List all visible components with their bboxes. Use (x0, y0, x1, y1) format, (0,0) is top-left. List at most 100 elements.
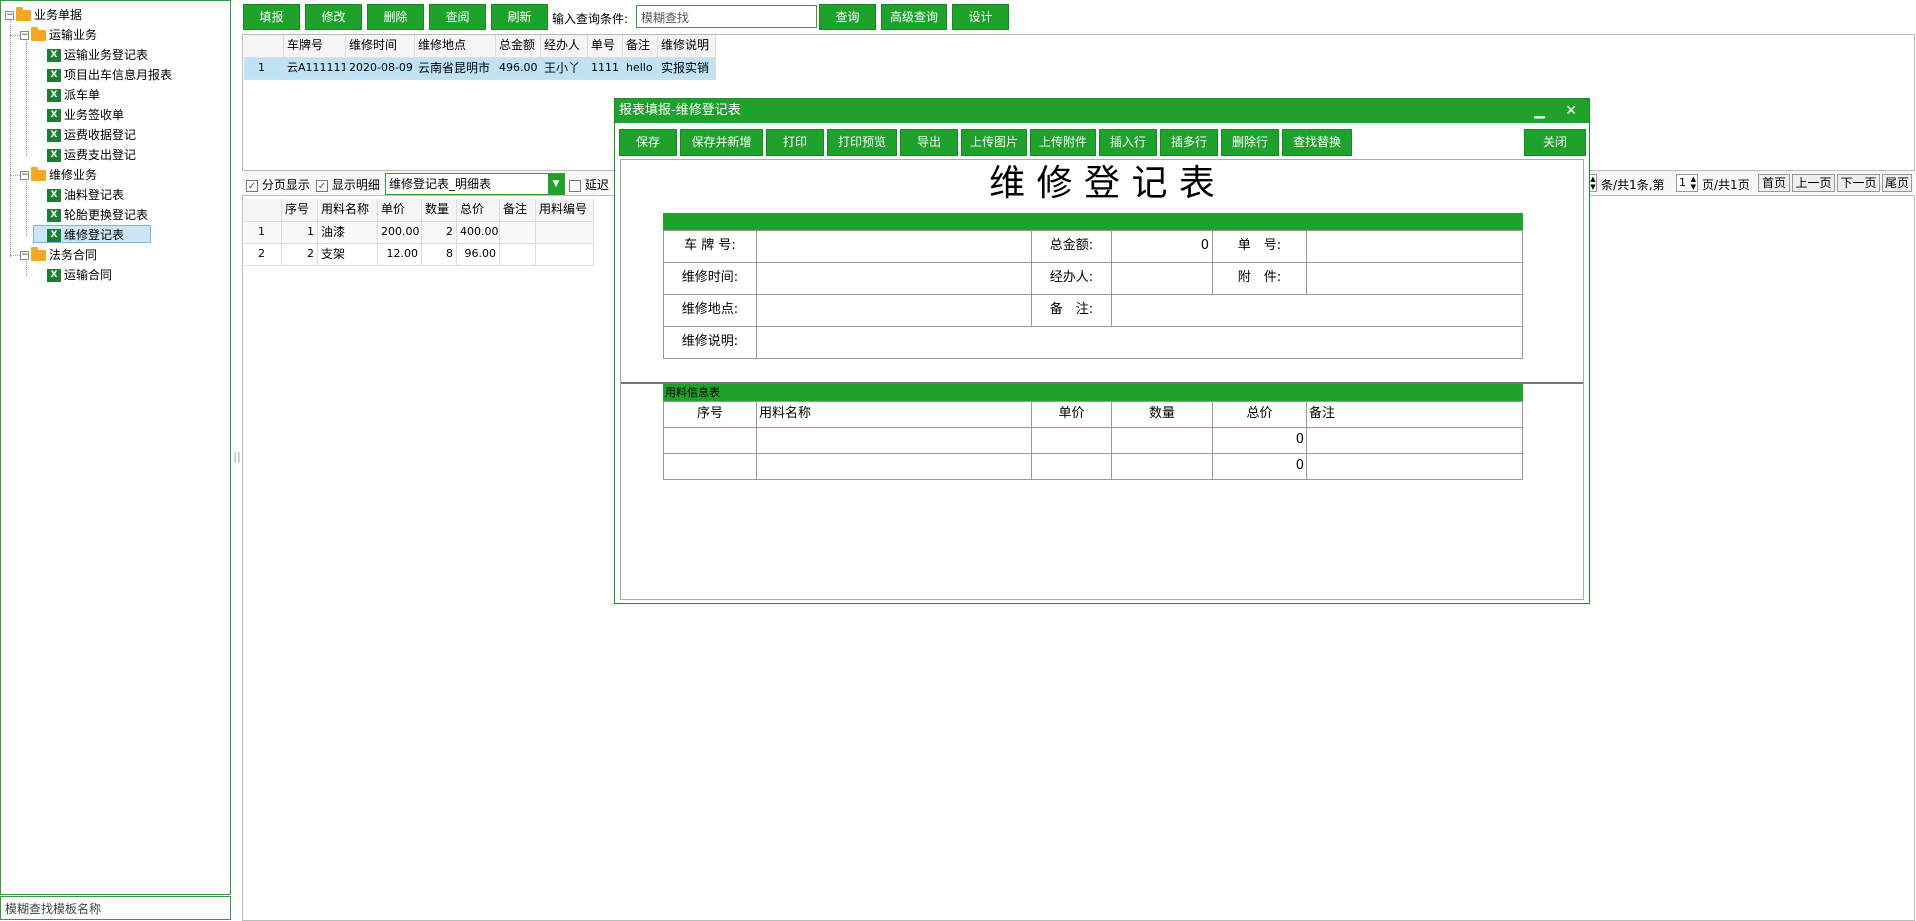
save-and-new-button[interactable]: 保存并新增 (680, 129, 763, 156)
advanced-query-button[interactable]: 高级查询 (881, 4, 947, 30)
table-row[interactable]: 1 云A111111 2020-08-09 云南省昆明市 496.00 王小丫 … (244, 58, 716, 80)
collapse-icon[interactable]: − (20, 31, 29, 40)
plate-label: 车 牌 号: (663, 230, 757, 263)
material-cell[interactable] (1031, 427, 1112, 454)
delete-button[interactable]: 删除 (367, 4, 424, 30)
column-header[interactable]: 维修说明 (658, 35, 716, 58)
tree-item[interactable]: X 项目出车信息月报表 (47, 66, 172, 84)
column-header[interactable]: 经办人 (541, 35, 588, 58)
material-cell[interactable] (756, 427, 1032, 454)
tree-group-legal[interactable]: − 法务合同 (20, 246, 97, 264)
material-total-cell[interactable]: 0 (1212, 453, 1307, 480)
column-header[interactable]: 车牌号 (284, 35, 346, 58)
column-header[interactable]: 总价 (457, 199, 500, 222)
column-header[interactable]: 序号 (282, 199, 318, 222)
tree-item-selected[interactable]: X 维修登记表 (33, 225, 151, 243)
design-button[interactable]: 设计 (952, 4, 1009, 30)
upload-image-button[interactable]: 上传图片 (961, 129, 1027, 156)
minimize-icon[interactable]: ▁ (1534, 99, 1545, 123)
export-button[interactable]: 导出 (900, 129, 958, 156)
delay-checkbox[interactable]: 延迟 (569, 176, 609, 193)
next-page-button[interactable]: 下一页 (1837, 174, 1880, 192)
column-header[interactable]: 维修时间 (346, 35, 415, 58)
tree-item[interactable]: X 油料登记表 (47, 186, 124, 204)
last-page-button[interactable]: 尾页 (1882, 174, 1912, 192)
close-button[interactable]: 关闭 (1524, 129, 1586, 156)
print-button[interactable]: 打印 (766, 129, 824, 156)
collapse-icon[interactable]: − (20, 251, 29, 260)
view-button[interactable]: 查阅 (429, 4, 486, 30)
collapse-icon[interactable]: − (5, 11, 14, 20)
find-replace-button[interactable]: 查找替换 (1282, 129, 1352, 156)
column-header[interactable]: 数量 (422, 199, 457, 222)
splitter-handle[interactable]: || (233, 450, 241, 470)
material-cell[interactable] (1306, 427, 1523, 454)
tree-item[interactable]: X 运输合同 (47, 266, 112, 284)
material-col-header: 单价 (1031, 401, 1112, 428)
dialog-title-bar[interactable]: 报表填报-维修登记表 ▁ ✕ (615, 99, 1589, 123)
delete-row-button[interactable]: 删除行 (1221, 129, 1279, 156)
upload-attachment-button[interactable]: 上传附件 (1030, 129, 1096, 156)
column-header[interactable]: 用料编号 (536, 199, 594, 222)
table-row[interactable]: 2 2 支架 12.00 8 96.00 (244, 244, 594, 266)
column-header[interactable]: 单价 (378, 199, 422, 222)
query-input[interactable]: 模糊查找 (636, 5, 817, 28)
material-cell[interactable] (1031, 453, 1112, 480)
tree-group-transport[interactable]: − 运输业务 (20, 26, 97, 44)
column-header[interactable]: 总金额 (496, 35, 541, 58)
column-header[interactable]: 用料名称 (318, 199, 378, 222)
material-cell[interactable] (1111, 453, 1213, 480)
time-field[interactable] (756, 262, 1032, 295)
tree-item[interactable]: X 运费支出登记 (47, 146, 136, 164)
place-field[interactable] (756, 294, 1032, 327)
query-button[interactable]: 查询 (819, 4, 876, 30)
number-field[interactable] (1306, 230, 1523, 263)
column-header[interactable]: 维修地点 (415, 35, 496, 58)
page-size-spinner[interactable]: ▲ ▼ (1589, 174, 1597, 192)
detail-table-select[interactable]: 维修登记表_明细表 ▼ (385, 173, 565, 195)
close-icon[interactable]: ✕ (1565, 99, 1577, 123)
material-total-cell[interactable]: 0 (1212, 427, 1307, 454)
paging-checkbox[interactable]: ✓ 分页显示 (246, 176, 310, 193)
tree-item[interactable]: X 运输业务登记表 (47, 46, 148, 64)
tree-root[interactable]: − 业务单据 (5, 6, 82, 24)
insert-rows-button[interactable]: 插多行 (1160, 129, 1218, 156)
tree-item[interactable]: X 派车单 (47, 86, 100, 104)
edit-button[interactable]: 修改 (305, 4, 362, 30)
tree-group-repair[interactable]: − 维修业务 (20, 166, 97, 184)
tree-item[interactable]: X 业务签收单 (47, 106, 124, 124)
first-page-button[interactable]: 首页 (1758, 174, 1790, 192)
material-cell[interactable] (1306, 453, 1523, 480)
plate-field[interactable] (756, 230, 1032, 263)
fill-button[interactable]: 填报 (243, 4, 300, 30)
template-search-input[interactable]: 模糊查找模板名称 (0, 896, 231, 920)
prev-page-button[interactable]: 上一页 (1792, 174, 1835, 192)
refresh-button[interactable]: 刷新 (491, 4, 548, 30)
material-cell[interactable] (1111, 427, 1213, 454)
total-field[interactable]: 0 (1111, 230, 1213, 263)
report-fill-dialog: 报表填报-维修登记表 ▁ ✕ 保存 保存并新增 打印 打印预览 导出 上传图片 … (614, 98, 1590, 604)
table-row[interactable]: 1 1 油漆 200.00 2 400.00 (244, 222, 594, 244)
check-icon: ✓ (316, 179, 328, 192)
handler-field[interactable] (1111, 262, 1213, 295)
column-header[interactable]: 备注 (500, 199, 536, 222)
pager-info: 条/共1条,第 (1601, 178, 1665, 192)
column-header[interactable]: 备注 (623, 35, 658, 58)
material-cell[interactable] (756, 453, 1032, 480)
insert-row-button[interactable]: 插入行 (1099, 129, 1157, 156)
desc-field[interactable] (756, 326, 1523, 359)
show-detail-checkbox[interactable]: ✓ 显示明细 (316, 176, 380, 193)
page-number-input[interactable]: 1 ▲ ▼ (1676, 174, 1698, 192)
print-preview-button[interactable]: 打印预览 (827, 129, 897, 156)
chevron-down-icon[interactable]: ▼ (548, 174, 564, 194)
material-cell[interactable] (663, 453, 757, 480)
tree-item[interactable]: X 轮胎更换登记表 (47, 206, 148, 224)
page-spinner-icon[interactable]: ▲ ▼ (1691, 175, 1696, 191)
save-button[interactable]: 保存 (619, 129, 677, 156)
tree-item[interactable]: X 运费收据登记 (47, 126, 136, 144)
column-header[interactable]: 单号 (588, 35, 623, 58)
collapse-icon[interactable]: − (20, 171, 29, 180)
attach-field[interactable] (1306, 262, 1523, 295)
material-cell[interactable] (663, 427, 757, 454)
remark-field[interactable] (1111, 294, 1523, 327)
